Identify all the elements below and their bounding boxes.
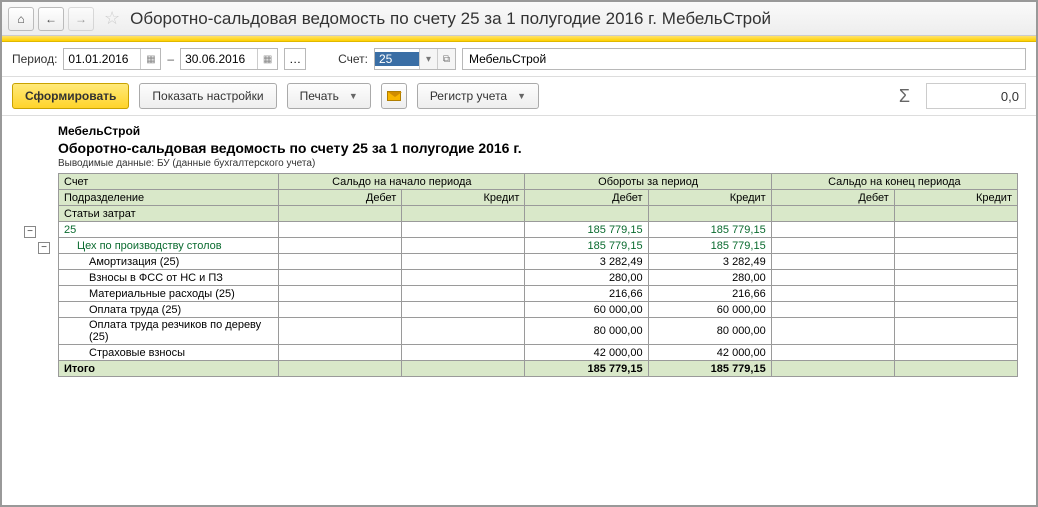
home-button[interactable]: ⌂ <box>8 7 34 31</box>
page-title: Оборотно-сальдовая ведомость по счету 25… <box>130 9 771 29</box>
col-subdivision: Подразделение <box>59 190 279 206</box>
row-debit: 216,66 <box>525 286 648 302</box>
account-input[interactable] <box>375 52 419 66</box>
period-label: Период: <box>12 52 57 66</box>
back-button[interactable]: ← <box>38 7 64 31</box>
sum-field: 0,0 <box>926 83 1026 109</box>
account-field[interactable]: ▾ ⧉ <box>374 48 456 70</box>
period-picker-button[interactable]: … <box>284 48 306 70</box>
row-debit: 80 000,00 <box>525 318 648 345</box>
col-account: Счет <box>59 174 279 190</box>
col-debit: Дебет <box>279 190 402 206</box>
report-title: Оборотно-сальдовая ведомость по счету 25… <box>58 140 1022 156</box>
report-meta: Выводимые данные: БУ (данные бухгалтерск… <box>58 158 1022 169</box>
report-org: МебельСтрой <box>58 124 1022 138</box>
row-debit: 42 000,00 <box>525 345 648 361</box>
col-debit: Дебет <box>525 190 648 206</box>
register-label: Регистр учета <box>430 89 507 103</box>
row-name: Цех по производству столов <box>59 238 279 254</box>
sigma-icon: Σ <box>893 86 916 107</box>
row-name: 25 <box>59 222 279 238</box>
chevron-down-icon: ▼ <box>517 91 526 101</box>
org-field[interactable] <box>462 48 1026 70</box>
favorite-icon[interactable]: ☆ <box>98 8 126 29</box>
date-from-input[interactable] <box>64 52 140 66</box>
titlebar: ⌂ ← → ☆ Оборотно-сальдовая ведомость по … <box>2 2 1036 36</box>
report-header: МебельСтрой Оборотно-сальдовая ведомость… <box>26 124 1022 169</box>
row-name: Материальные расходы (25) <box>59 286 279 302</box>
print-label: Печать <box>300 89 339 103</box>
row-name: Оплата труда (25) <box>59 302 279 318</box>
row-name: Взносы в ФСС от НС и ПЗ <box>59 270 279 286</box>
row-credit: 216,66 <box>648 286 771 302</box>
table-row: 25 185 779,15185 779,15 <box>59 222 1018 238</box>
tree-toggle[interactable]: − <box>38 242 50 254</box>
row-debit: 3 282,49 <box>525 254 648 270</box>
dash: – <box>167 52 174 66</box>
tree-toggle[interactable]: − <box>24 226 36 238</box>
chevron-down-icon: ▼ <box>349 91 358 101</box>
row-debit: 185 779,15 <box>525 222 648 238</box>
row-debit: 60 000,00 <box>525 302 648 318</box>
mail-icon <box>387 91 401 101</box>
row-name: Страховые взносы <box>59 345 279 361</box>
row-credit: 42 000,00 <box>648 345 771 361</box>
total-credit: 185 779,15 <box>648 361 771 377</box>
table-row: Страховые взносы 42 000,0042 000,00 <box>59 345 1018 361</box>
date-to-input[interactable] <box>181 52 257 66</box>
org-input[interactable] <box>463 49 1025 69</box>
col-credit: Кредит <box>648 190 771 206</box>
row-credit: 60 000,00 <box>648 302 771 318</box>
row-credit: 3 282,49 <box>648 254 771 270</box>
report-area: GOODWILL ТЕХНОЛОГИИ ПЛА МебельСтрой Обор… <box>2 116 1036 385</box>
col-saldo-end: Сальдо на конец периода <box>771 174 1017 190</box>
row-debit: 185 779,15 <box>525 238 648 254</box>
report-table: Счет Сальдо на начало периода Обороты за… <box>58 173 1018 377</box>
calendar-icon[interactable]: ▦ <box>140 49 160 69</box>
toolbar: Сформировать Показать настройки Печать▼ … <box>2 77 1036 116</box>
register-button[interactable]: Регистр учета ▼ <box>417 83 539 109</box>
table-row: Взносы в ФСС от НС и ПЗ 280,00280,00 <box>59 270 1018 286</box>
row-credit: 185 779,15 <box>648 222 771 238</box>
row-name: Оплата труда резчиков по дереву (25) <box>59 318 279 345</box>
mail-button[interactable] <box>381 83 407 109</box>
col-credit: Кредит <box>402 190 525 206</box>
date-to-field[interactable]: ▦ <box>180 48 278 70</box>
calendar-icon[interactable]: ▦ <box>257 49 277 69</box>
col-saldo-start: Сальдо на начало периода <box>279 174 525 190</box>
date-from-field[interactable]: ▦ <box>63 48 161 70</box>
show-settings-button[interactable]: Показать настройки <box>139 83 276 109</box>
col-credit: Кредит <box>894 190 1017 206</box>
row-credit: 280,00 <box>648 270 771 286</box>
account-open-icon[interactable]: ⧉ <box>437 49 455 69</box>
col-cost-item: Статьи затрат <box>59 206 279 222</box>
table-row: Оплата труда резчиков по дереву (25) 80 0… <box>59 318 1018 345</box>
total-row: Итого 185 779,15 185 779,15 <box>59 361 1018 377</box>
col-debit: Дебет <box>771 190 894 206</box>
row-name: Амортизация (25) <box>59 254 279 270</box>
total-label: Итого <box>59 361 279 377</box>
account-dropdown-icon[interactable]: ▾ <box>419 49 437 69</box>
account-label: Счет: <box>338 52 368 66</box>
row-debit: 280,00 <box>525 270 648 286</box>
row-credit: 185 779,15 <box>648 238 771 254</box>
params-bar: Период: ▦ – ▦ … Счет: ▾ ⧉ <box>2 42 1036 77</box>
total-debit: 185 779,15 <box>525 361 648 377</box>
table-row: Цех по производству столов 185 779,15185 … <box>59 238 1018 254</box>
print-button[interactable]: Печать ▼ <box>287 83 371 109</box>
table-row: Амортизация (25) 3 282,493 282,49 <box>59 254 1018 270</box>
table-row: Материальные расходы (25) 216,66216,66 <box>59 286 1018 302</box>
table-row: Оплата труда (25) 60 000,0060 000,00 <box>59 302 1018 318</box>
form-button[interactable]: Сформировать <box>12 83 129 109</box>
forward-button[interactable]: → <box>68 7 94 31</box>
col-turnover: Обороты за период <box>525 174 771 190</box>
row-credit: 80 000,00 <box>648 318 771 345</box>
